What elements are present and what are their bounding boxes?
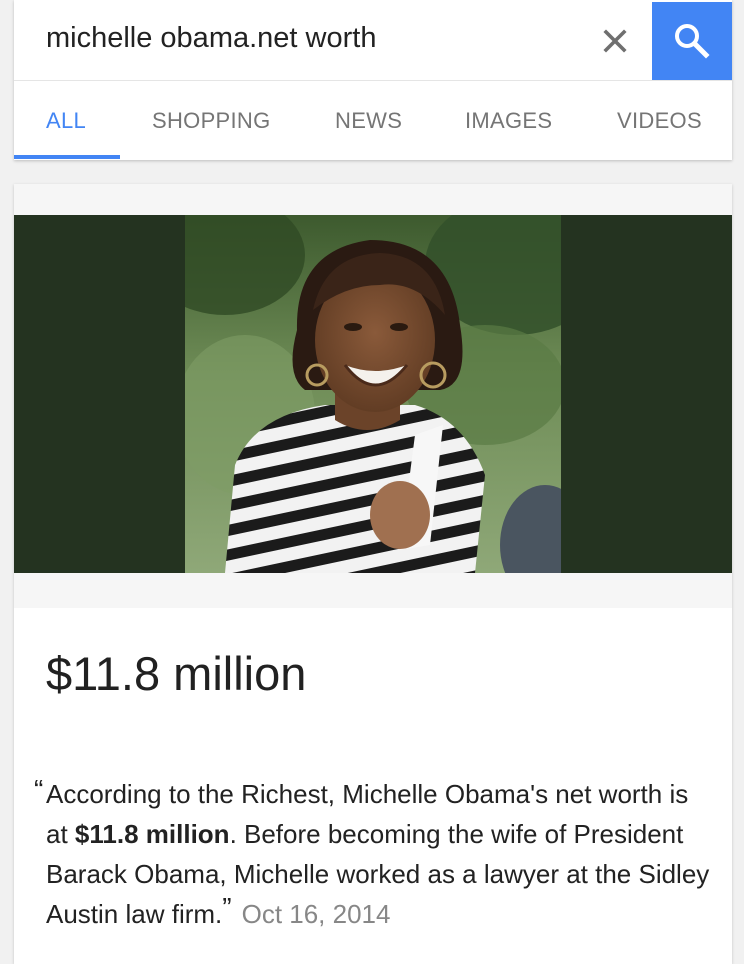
search-input[interactable]: michelle obama.net worth [46,22,376,55]
answer-value: $11.8 million [46,647,307,700]
search-icon [675,24,710,59]
open-quote: “ [34,774,44,805]
tab-shopping[interactable]: SHOPPING [152,81,271,160]
snippet-highlight: $11.8 million [74,819,230,849]
tab-videos[interactable]: VIDEOS [617,81,702,160]
search-button[interactable] [652,2,732,80]
featured-snippet: “ According to the Richest, Michelle Oba… [34,774,714,934]
image-bottom-padding [14,573,732,608]
tab-images[interactable]: IMAGES [465,81,552,160]
result-image-strip[interactable] [14,215,732,573]
search-bar: michelle obama.net worth [14,0,732,81]
clear-search-button[interactable] [594,20,636,62]
tab-all[interactable]: ALL [46,81,86,160]
person-photo [185,215,561,573]
close-quote: ” [222,892,232,923]
snippet-date: Oct 16, 2014 [241,899,391,929]
tab-news[interactable]: NEWS [335,81,402,160]
active-tab-indicator [14,155,120,159]
close-icon [603,29,627,53]
search-header-card: michelle obama.net worth ALL SHOPPING NE… [14,0,732,160]
search-tabs: ALL SHOPPING NEWS IMAGES VIDEOS [14,81,732,160]
image-top-padding [14,184,732,215]
knowledge-result-card: $11.8 million “ According to the Richest… [14,184,732,964]
snippet-text: According to the Richest, Michelle Obama… [34,774,714,934]
